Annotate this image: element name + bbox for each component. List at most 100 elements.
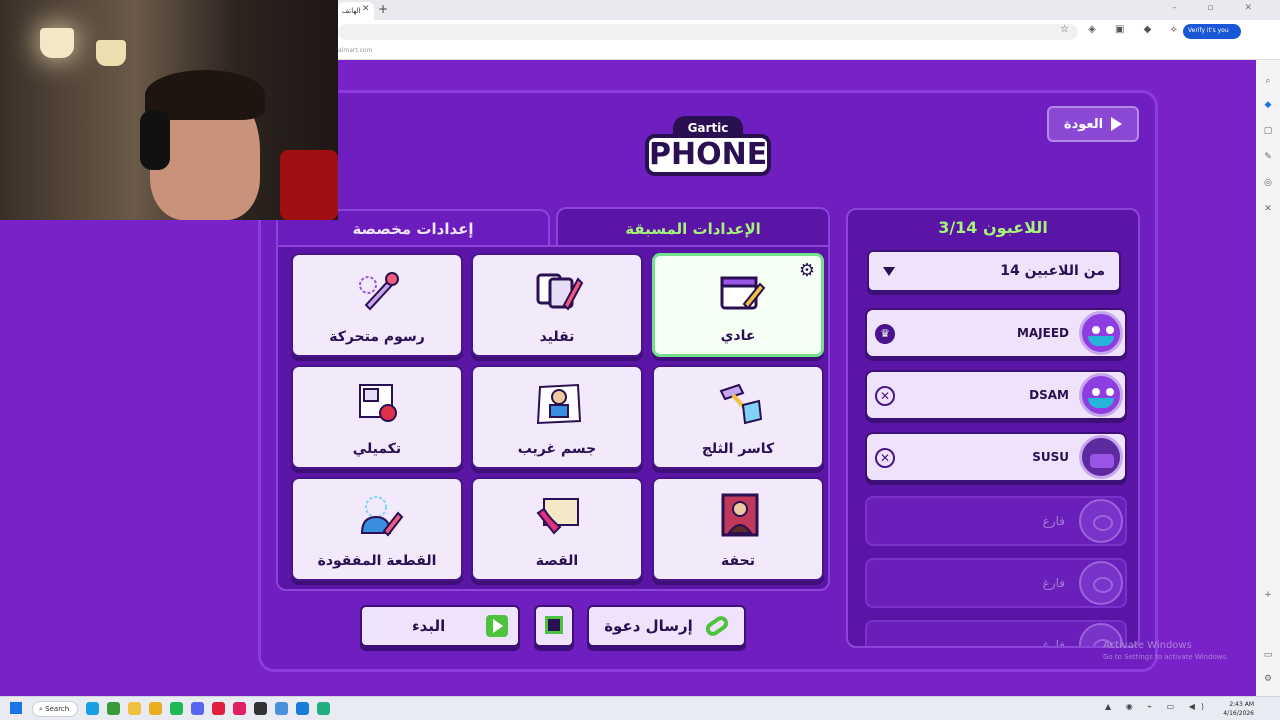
mona-lisa-icon (721, 493, 759, 537)
avatar (1079, 311, 1123, 355)
crown-icon[interactable]: ♛ (875, 324, 895, 344)
empty-slot: فارغ (865, 496, 1127, 546)
qr-code-icon (545, 616, 563, 634)
obs-icon[interactable] (254, 702, 267, 715)
app-icon[interactable] (212, 702, 225, 715)
scroll-quill-icon (536, 498, 579, 535)
calendar-pencil-icon (720, 276, 766, 310)
window-controls[interactable]: – ▫ ✕ (1172, 3, 1266, 13)
mode-card-icebreaker[interactable]: كاسر الثلج (652, 365, 824, 469)
chrome-icon[interactable] (149, 702, 162, 715)
mode-label: تكميلي (352, 441, 402, 457)
layout-icon[interactable]: ▭ (1263, 650, 1273, 660)
mode-label: القصة (535, 553, 579, 569)
empty-label: فارغ (1042, 638, 1065, 648)
folder-icon[interactable] (128, 702, 141, 715)
empty-label: فارغ (1042, 576, 1065, 590)
player-name: DSAM (1029, 388, 1069, 402)
discord-icon[interactable] (191, 702, 204, 715)
qr-code-button[interactable] (534, 605, 574, 647)
verify-button[interactable]: Verify it's you (1183, 24, 1241, 39)
mode-card-imitation[interactable]: تقليد (471, 253, 643, 357)
puzzle-apple-icon (359, 384, 397, 422)
player-name: MAJEED (1016, 326, 1069, 340)
gear-icon[interactable]: ⚙ (799, 260, 815, 281)
kick-icon[interactable]: ✕ (875, 386, 895, 406)
edit-icon[interactable]: ✎ (1263, 152, 1273, 162)
avatar (1079, 373, 1123, 417)
tab-preset-label: الإعدادات المسبقة (625, 220, 761, 238)
taskbar-apps (86, 702, 330, 715)
play-arrow-icon (1111, 117, 1123, 131)
mode-card-animation[interactable]: رسوم متحركة (291, 253, 463, 357)
url-text: almart.com (338, 47, 373, 54)
player-name: SUSU (1032, 450, 1069, 464)
lamp (96, 40, 126, 66)
empty-slot: فارغ (865, 620, 1127, 648)
gaming-chair (280, 150, 338, 220)
player-limit-label: 14 من اللاعبين (1000, 263, 1105, 279)
kick-icon[interactable]: ✕ (875, 448, 895, 468)
copilot-icon[interactable]: ◆ (1263, 100, 1273, 110)
mode-card-story[interactable]: القصة (471, 477, 643, 581)
mode-card-masterpiece[interactable]: تحفة (652, 477, 824, 581)
empty-avatar-icon (1079, 561, 1123, 605)
lamp (40, 28, 74, 58)
search-icon[interactable]: ⌕ (1263, 76, 1273, 86)
browser-sidebar: ⌕ ◆ ▢ ✎ ◎ ✕ + ▭ ⚙ (1256, 60, 1280, 696)
taskbar: ⌕ Search ▲ ◉ ⌁ ▭ ◀) 2:43 AM 4/16/2026 (0, 696, 1280, 720)
shopping-icon[interactable]: ▢ (1263, 126, 1273, 136)
verify-label: Verify it's you (1188, 27, 1229, 34)
invite-label: إرسال دعوة (604, 617, 693, 635)
chevron-down-icon (883, 266, 895, 276)
system-tray[interactable]: ▲ ◉ ⌁ ▭ ◀) (1105, 702, 1210, 711)
app-icon[interactable] (275, 702, 288, 715)
close-tab-icon[interactable]: ✕ (362, 4, 370, 14)
minecraft-icon[interactable] (107, 702, 120, 715)
headphones (140, 110, 170, 170)
back-label: العودة (1063, 116, 1104, 132)
play-icon (486, 615, 508, 637)
settings-icon[interactable]: ⚙ (1263, 674, 1273, 684)
strange-body-icon (536, 383, 582, 425)
players-panel: اللاعبون 3/14 14 من اللاعبين ♛ MAJEED ✕ … (846, 208, 1140, 648)
ice-hammer-icon (719, 383, 763, 425)
mode-label: تقليد (539, 329, 575, 345)
app-icon[interactable] (233, 702, 246, 715)
app-icon[interactable] (317, 702, 330, 715)
start-button[interactable]: البدء (360, 605, 520, 647)
windows-start-icon[interactable] (10, 702, 22, 714)
empty-label: فارغ (1042, 514, 1065, 528)
start-label: البدء (412, 617, 446, 635)
mode-label: رسوم متحركة (329, 329, 425, 345)
gartic-phone-logo: Gartic PHONE (645, 112, 771, 186)
player-limit-dropdown[interactable]: 14 من اللاعبين (867, 250, 1121, 292)
logo-main-text: PHONE (645, 134, 771, 176)
invite-button[interactable]: إرسال دعوة (587, 605, 746, 647)
tools-icon[interactable]: ✕ (1263, 204, 1273, 214)
date: 4/16/2026 (1223, 710, 1254, 717)
player-slot: ✕ SUSU (865, 432, 1127, 482)
back-button[interactable]: العودة (1047, 106, 1139, 142)
missing-piece-icon (360, 496, 404, 537)
clock[interactable]: 2:43 AM 4/16/2026 (1223, 700, 1254, 718)
app-icon[interactable] (296, 702, 309, 715)
time: 2:43 AM (1229, 701, 1254, 708)
player-slot: ✕ DSAM (865, 370, 1127, 420)
mode-card-strange-body[interactable]: جسم غريب (471, 365, 643, 469)
tab-preset-settings[interactable]: الإعدادات المسبقة (556, 207, 830, 247)
mode-card-missing-piece[interactable]: القطعة المفقودة (291, 477, 463, 581)
mode-card-complementary[interactable]: تكميلي (291, 365, 463, 469)
mode-label: القطعة المفقودة (317, 553, 437, 569)
spotify-icon[interactable] (170, 702, 183, 715)
url-input[interactable] (338, 24, 1078, 40)
add-icon[interactable]: + (1263, 590, 1273, 600)
new-tab-icon[interactable]: + (378, 2, 388, 16)
taskbar-search[interactable]: ⌕ Search (32, 701, 78, 717)
games-icon[interactable]: ◎ (1263, 178, 1273, 188)
mode-card-normal[interactable]: ⚙ عادي (652, 253, 824, 357)
players-title: اللاعبون 3/14 (938, 218, 1048, 237)
search-label: Search (45, 705, 70, 713)
edge-icon[interactable] (86, 702, 99, 715)
link-icon (702, 613, 731, 639)
